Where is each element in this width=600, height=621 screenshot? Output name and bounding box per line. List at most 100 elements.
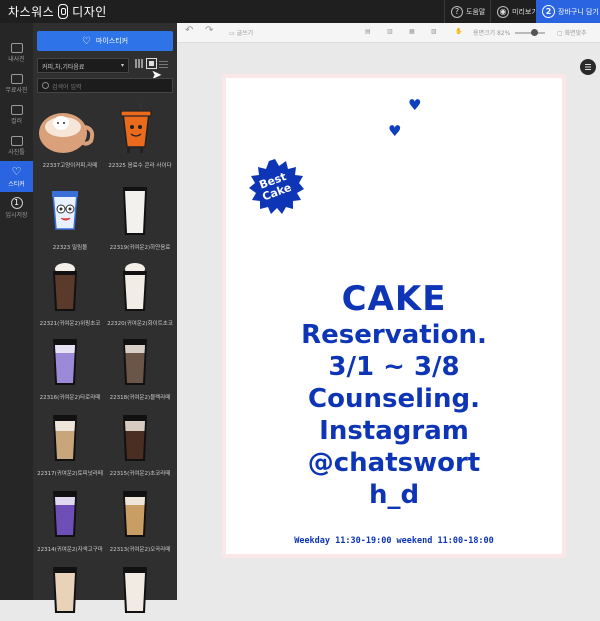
sticker-caption: 22317(귀여운2)토피넛라떼 <box>37 471 103 477</box>
sticker-item[interactable]: 22314(귀여운2)자색고구마 <box>35 485 105 553</box>
redo-icon[interactable]: ↷ <box>205 25 213 36</box>
design-page[interactable]: ♥ ♥ Best Cake CAKE Reservation. 3/1 ~ 3/… <box>222 74 566 558</box>
text-line: Reservation. <box>301 320 487 350</box>
fit-screen-label: 화면맞추 <box>564 30 587 37</box>
document-icon[interactable]: ▤ <box>365 28 371 35</box>
palette-icon <box>10 104 23 115</box>
rail-item-color[interactable]: 컬러 <box>0 99 33 130</box>
help-icon: ? <box>451 5 463 18</box>
table-icon[interactable]: ▧ <box>431 28 437 35</box>
temp-save-icon: 1 <box>10 196 23 209</box>
category-select[interactable]: 커피,차,기타음료 ▾ <box>37 58 129 73</box>
cup-character-icon <box>52 191 78 230</box>
sticker-item[interactable]: 22321(귀여운2)위핑초코 <box>35 259 105 327</box>
milk-glass-icon <box>123 187 147 235</box>
fit-screen-button[interactable]: ▢ 화면맞추 <box>557 28 587 37</box>
undo-icon[interactable]: ↶ <box>185 25 193 36</box>
sticker-item[interactable]: 22318(귀여운2)블랙라떼 <box>105 333 175 401</box>
top-bar: 차스워스 디자인 ? 도움말 ◉ 미리보기 2 장바구니 담기 <box>0 0 600 23</box>
text-line: 3/1 ~ 3/8 <box>328 352 460 382</box>
chevron-down-icon: ▾ <box>120 62 124 69</box>
toffee-nut-latte-icon <box>53 415 77 461</box>
rail-item-free-photos[interactable]: 무료사진 <box>0 68 33 99</box>
rail-item-label: 사진틀 <box>8 148 25 156</box>
heart-icon[interactable]: ♥ <box>408 96 421 114</box>
zoom-slider[interactable] <box>515 29 545 36</box>
write-tool-label: 글쓰기 <box>236 30 254 37</box>
sticker-item[interactable]: 22317(귀여운2)토피넛라떼 <box>35 409 105 477</box>
help-button[interactable]: ? 도움말 <box>444 0 491 23</box>
sticker-caption: 22318(귀여운2)블랙라떼 <box>109 395 171 401</box>
sticker-caption: 22337고양이커피,라떼 <box>42 163 98 169</box>
rail-item-my-photos[interactable]: 내사진 <box>0 37 33 68</box>
preview-icon: ◉ <box>497 5 509 18</box>
sticker-item[interactable] <box>35 561 105 621</box>
rail-item-label: 스티커 <box>8 181 25 188</box>
photo-icon <box>10 42 23 53</box>
menu-icon[interactable] <box>580 59 596 75</box>
taro-latte-icon <box>53 339 77 385</box>
rail-item-stickers[interactable]: ♡ 스티커 <box>0 161 33 192</box>
add-to-cart-button[interactable]: 2 장바구니 담기 <box>536 0 600 23</box>
my-sticker-button[interactable]: ♡ 마이스티커 <box>37 31 173 51</box>
brand-logo: 차스워스 디자인 <box>8 3 107 20</box>
sticker-caption: 22313(귀여운2)오곡라떼 <box>109 547 171 553</box>
rail-item-label: 무료사진 <box>5 86 28 94</box>
sticker-item[interactable]: 22323 밀림몰 <box>35 183 105 251</box>
search-placeholder: 검색어 입력 <box>52 84 82 91</box>
sticker-caption: 22325 음료수 콘라 사이다 <box>108 163 172 169</box>
rail-item-temp-save[interactable]: 1 임시저장 <box>0 192 33 223</box>
list-view-icon[interactable] <box>135 59 144 68</box>
layout-icon[interactable]: ▥ <box>387 28 393 35</box>
sticker-caption: 22321(귀여운2)위핑초코 <box>39 321 101 327</box>
category-value: 커피,차,기타음료 <box>42 64 85 71</box>
hand-icon[interactable]: ✋ <box>455 28 462 35</box>
sticker-caption: 22319(귀여운2)하얀음료 <box>109 245 171 251</box>
sticker-item[interactable]: 22319(귀여운2)하얀음료 <box>105 183 175 251</box>
main-text-block[interactable]: CAKE Reservation. 3/1 ~ 3/8 Counseling. … <box>226 279 562 511</box>
sticker-item[interactable]: 22325 음료수 콘라 사이다 <box>105 101 175 169</box>
sticker-item[interactable]: 22320(귀여운2)화이트초코 <box>105 259 175 327</box>
brand-name-right: 디자인 <box>72 5 107 19</box>
view-toggle <box>135 58 168 69</box>
sticker-caption: 22315(귀여운2)초코라떼 <box>109 471 171 477</box>
headline: CAKE <box>341 279 447 319</box>
sticker-item[interactable]: 22315(귀여운2)초코라떼 <box>105 409 175 477</box>
sticker-caption: 22314(귀여운2)자색고구마 <box>37 547 103 553</box>
white-chocolate-icon <box>123 263 147 311</box>
left-rail: 내사진 무료사진 컬러 사진틀 ♡ 스티커 1 임시저장 <box>0 23 33 600</box>
rail-item-label: 컬러 <box>10 117 23 125</box>
zoom-label: 용면크기 82% <box>473 30 511 37</box>
write-tool-button[interactable]: ▭ 글쓰기 <box>229 28 253 37</box>
grid-view-icon[interactable] <box>146 58 157 69</box>
latte-glass-icon <box>53 567 77 613</box>
purple-sweet-potato-icon <box>53 491 77 537</box>
cart-label: 장바구니 담기 <box>558 7 599 16</box>
sticker-caption: 22320(귀여운2)화이트초코 <box>107 321 173 327</box>
sticker-item[interactable]: 22316(귀여운2)타로라떼 <box>35 333 105 401</box>
sticker-item[interactable]: 22337고양이커피,라떼 <box>35 101 105 169</box>
sticker-caption: 22316(귀여운2)타로라떼 <box>39 395 101 401</box>
chocolate-latte-icon <box>123 415 147 461</box>
sticker-item[interactable] <box>105 561 175 621</box>
heart-icon[interactable]: ♥ <box>388 122 401 140</box>
sticker-panel: ♡ 마이스티커 커피,차,기타음료 ▾ ➤ 검색어 입력 22337고양이커피,… <box>33 23 177 613</box>
editor-toolbar: ↶ ↷ ▭ 글쓰기 ▤ ▥ ▦ ▧ ✋ 용면크기 82% ▢ 화면맞추 <box>177 23 600 43</box>
grid-icon[interactable]: ▦ <box>409 28 415 35</box>
preview-label: 미리보기 <box>512 7 538 16</box>
black-latte-icon <box>123 339 147 385</box>
image-icon <box>10 73 23 84</box>
detail-view-icon[interactable] <box>159 59 168 68</box>
zoom-slider-knob[interactable] <box>531 29 538 36</box>
help-label: 도움말 <box>466 7 486 16</box>
text-line: Counseling. <box>308 384 480 414</box>
cart-step-icon: 2 <box>542 5 555 18</box>
rail-item-frames[interactable]: 사진틀 <box>0 130 33 161</box>
sticker-item[interactable]: 22313(귀여운2)오곡라떼 <box>105 485 175 553</box>
whipped-chocolate-icon <box>53 263 77 311</box>
hours-text[interactable]: Weekday 11:30-19:00 weekend 11:00-18:00 <box>226 536 562 546</box>
sticker-caption: 22323 밀림몰 <box>52 245 88 251</box>
heart-icon: ♡ <box>11 165 22 178</box>
sticker-search-input[interactable]: 검색어 입력 <box>37 78 173 93</box>
text-line: @chatswort <box>307 448 481 478</box>
